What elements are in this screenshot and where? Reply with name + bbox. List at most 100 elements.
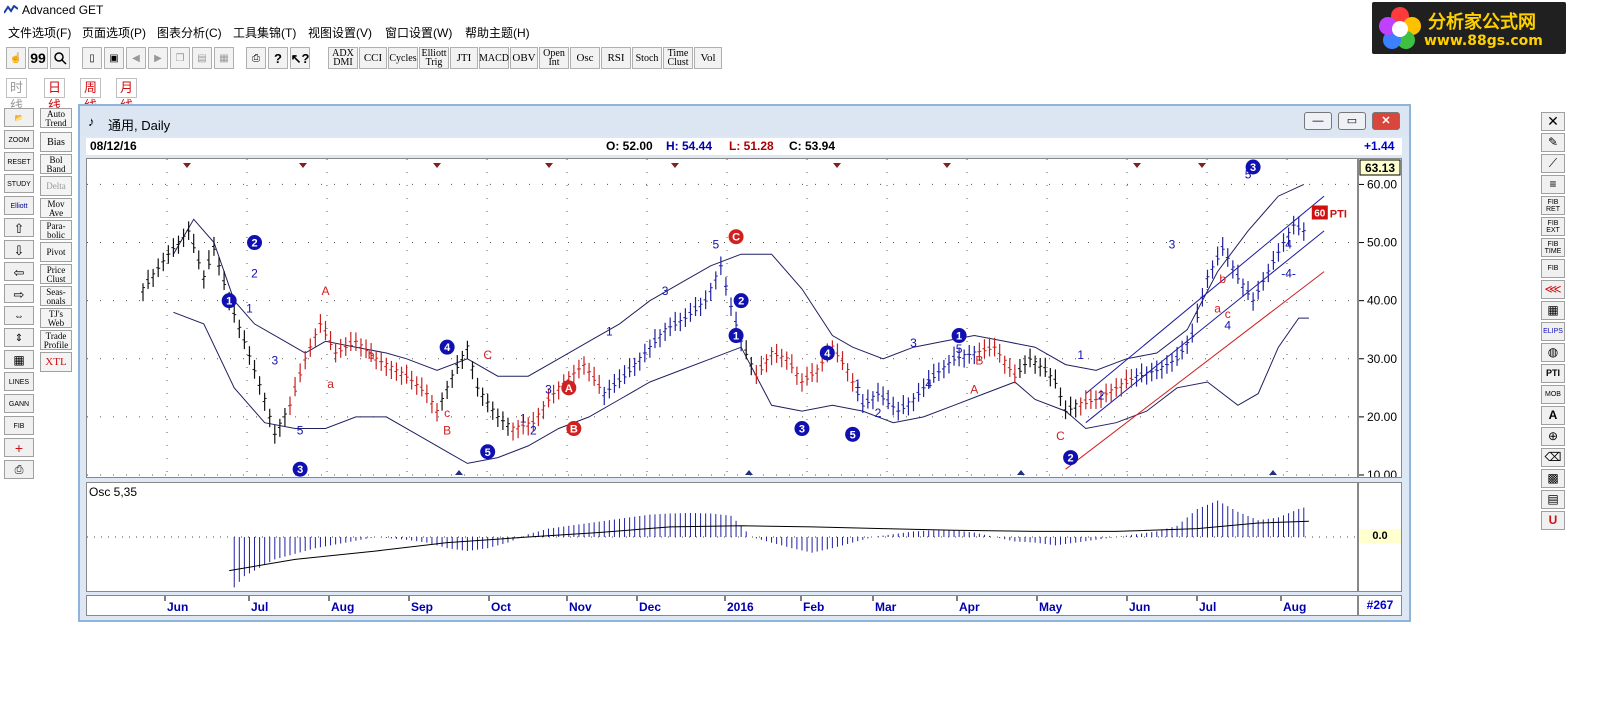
indicator-time-clust-button[interactable]: Time Clust <box>663 47 693 69</box>
print-page-icon[interactable]: ⎙ <box>4 460 34 479</box>
study-icon[interactable]: STUDY <box>4 174 34 193</box>
expand-icon[interactable]: ⇔ <box>4 306 34 325</box>
back-icon[interactable]: ◀ <box>126 47 146 69</box>
grid-icon[interactable]: ▦ <box>4 350 34 369</box>
fib-time-icon[interactable]: FIB TIME <box>1541 238 1565 257</box>
tab-daily[interactable]: 日线 <box>44 78 66 113</box>
print-icon[interactable]: ⎙ <box>246 47 266 69</box>
grid-small-icon[interactable]: ▩ <box>1541 469 1565 488</box>
study-bias[interactable]: Bias <box>40 132 72 152</box>
save-icon[interactable]: ▣ <box>104 47 124 69</box>
arrow-down-icon[interactable]: ⇩ <box>4 240 34 259</box>
indicator-cci-button[interactable]: CCI <box>359 47 387 69</box>
fib-circle-icon[interactable]: FIB <box>1541 259 1565 278</box>
study-delta[interactable]: Delta <box>40 176 72 196</box>
delete-icon[interactable]: ▦ <box>214 47 234 69</box>
low-value: L: 51.28 <box>729 139 774 153</box>
quote-icon[interactable]: 99 <box>28 47 48 69</box>
cursor-icon[interactable]: ☝ <box>6 47 26 69</box>
study-tjs-web[interactable]: TJ's Web <box>40 308 72 328</box>
zoom-in-icon[interactable]: ⊕ <box>1541 427 1565 446</box>
eraser-icon[interactable]: ⌫ <box>1541 448 1565 467</box>
fib-ret-icon[interactable]: FIB RET <box>1541 196 1565 215</box>
elliott-wave-label: B <box>566 421 582 437</box>
menu-help[interactable]: 帮助主题(H) <box>465 24 530 41</box>
indicator-macd-button[interactable]: MACD <box>479 47 509 69</box>
study-parabolic[interactable]: Para- bolic <box>40 220 72 240</box>
forward-icon[interactable]: ▶ <box>148 47 168 69</box>
oscillator-svg[interactable]: Osc 5,35 <box>87 483 1357 591</box>
mob-icon[interactable]: MOB <box>1541 385 1565 404</box>
arrow-up-icon[interactable]: ⇧ <box>4 218 34 237</box>
reset-icon[interactable]: RESET <box>4 152 34 171</box>
paste-icon[interactable]: ▤ <box>192 47 212 69</box>
tab-hourly[interactable]: 时线 <box>6 78 28 113</box>
lines-icon[interactable]: LINES <box>4 372 34 391</box>
oscillator-panel[interactable]: Osc 5,35 <box>86 482 1358 592</box>
fib-icon[interactable]: FIB <box>4 416 34 435</box>
indicator-vol-button[interactable]: Vol <box>694 47 722 69</box>
close-value: C: 53.94 <box>789 139 836 153</box>
calculator-icon[interactable]: ▤ <box>1541 490 1565 509</box>
indicator-open-int-button[interactable]: Open Int <box>539 47 569 69</box>
menu-page[interactable]: 页面选项(P) <box>82 24 146 41</box>
fib-ext-icon[interactable]: FIB EXT <box>1541 217 1565 236</box>
elliott-icon[interactable]: Elliott <box>4 196 34 215</box>
crosshair-icon[interactable]: + <box>4 438 34 457</box>
indicator-adx-dmi-button[interactable]: ADX DMI <box>328 47 358 69</box>
magnet-icon[interactable]: U <box>1541 511 1565 530</box>
elips-icon[interactable]: ELIPS <box>1541 322 1565 341</box>
indicator-stoch-button[interactable]: Stoch <box>632 47 662 69</box>
circle-icon[interactable]: ◍ <box>1541 343 1565 362</box>
context-help-icon[interactable]: ↖? <box>290 47 310 69</box>
search-icon[interactable] <box>50 47 70 69</box>
minimize-button[interactable]: — <box>1304 112 1332 130</box>
arrow-right-icon[interactable]: ⇨ <box>4 284 34 303</box>
new-doc-icon[interactable]: ▯ <box>82 47 102 69</box>
line-icon[interactable]: ⟋ <box>1541 154 1565 173</box>
study-mov-ave[interactable]: Mov Ave <box>40 198 72 218</box>
menu-file[interactable]: 文件选项(F) <box>8 24 71 41</box>
menu-window[interactable]: 窗口设置(W) <box>385 24 452 41</box>
indicator-jti-button[interactable]: JTI <box>450 47 478 69</box>
wave-label-text: 1 <box>226 296 232 308</box>
grid-box-icon[interactable]: ▦ <box>1541 301 1565 320</box>
date-tick-label: Jun <box>167 600 188 614</box>
indicator-obv-button[interactable]: OBV <box>510 47 538 69</box>
select-x-icon[interactable]: ✕ <box>1541 112 1565 131</box>
study-auto-trend[interactable]: Auto Trend <box>40 108 72 128</box>
menu-tools[interactable]: 工具集锦(T) <box>233 24 296 41</box>
tab-monthly[interactable]: 月线 <box>116 78 138 113</box>
help-icon[interactable]: ? <box>268 47 288 69</box>
open-folder-icon[interactable]: 📂 <box>4 108 34 127</box>
arrow-left-icon[interactable]: ⇦ <box>4 262 34 281</box>
pti-icon[interactable]: PTI <box>1541 364 1565 383</box>
gann-icon[interactable]: GANN <box>4 394 34 413</box>
tab-weekly[interactable]: 周线 <box>80 78 102 113</box>
study-pivot[interactable]: Pivot <box>40 242 72 262</box>
compress-icon[interactable]: ⇕ <box>4 328 34 347</box>
zoom-icon[interactable]: ZOOM <box>4 130 34 149</box>
maximize-button[interactable]: ▭ <box>1338 112 1366 130</box>
indicator-osc-button[interactable]: Osc <box>570 47 600 69</box>
pti-label: PTI <box>1330 208 1347 220</box>
pen-icon[interactable]: ✎ <box>1541 133 1565 152</box>
wave-label-text: 3 <box>545 383 552 397</box>
text-icon[interactable]: A <box>1541 406 1565 425</box>
price-chart-svg[interactable]: 21345ABC21345123ACbacBBAC53131252133 5412… <box>87 159 1368 477</box>
channel-icon[interactable]: ≡ <box>1541 175 1565 194</box>
close-button[interactable]: ✕ <box>1372 112 1400 130</box>
study-bol-band[interactable]: Bol Band <box>40 154 72 174</box>
copy-icon[interactable]: ❐ <box>170 47 190 69</box>
price-chart-panel[interactable]: 21345ABC21345123ACbacBBAC531312521335412… <box>86 158 1368 478</box>
study-price-clust[interactable]: Price Clust <box>40 264 72 284</box>
fan-icon[interactable]: ⋘ <box>1541 280 1565 299</box>
menu-view[interactable]: 视图设置(V) <box>308 24 372 41</box>
study-trade-profile[interactable]: Trade Profile <box>40 330 72 350</box>
indicator-elliott-trig-button[interactable]: Elliott Trig <box>419 47 449 69</box>
menu-chart-analysis[interactable]: 图表分析(C) <box>157 24 222 41</box>
indicator-cycles-button[interactable]: Cycles <box>388 47 418 69</box>
study-xtl[interactable]: XTL <box>40 352 72 372</box>
study-seasonals[interactable]: Seas- onals <box>40 286 72 306</box>
indicator-rsi-button[interactable]: RSI <box>601 47 631 69</box>
